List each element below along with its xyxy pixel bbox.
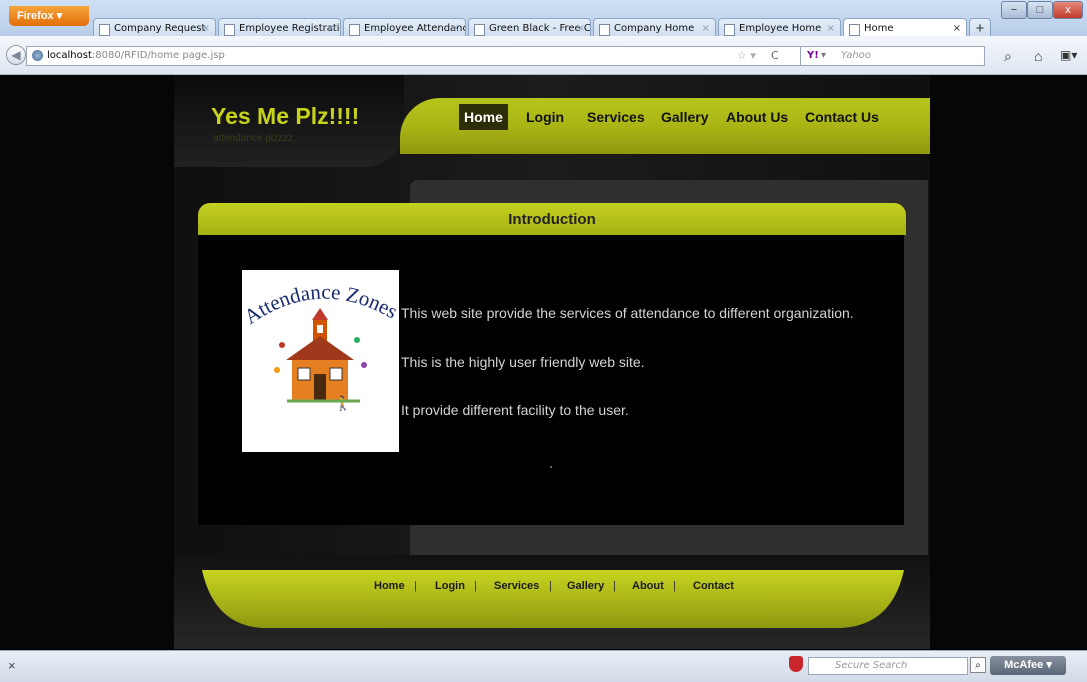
search-input[interactable]: Y! ▾ Yahoo [800,46,985,66]
tab-label: Home [864,23,894,34]
page-icon [224,24,235,36]
addon-menu-icon[interactable]: ▣▾ [1060,48,1077,62]
footer-separator: | [673,580,676,592]
tab-employee-registration[interactable]: Employee Registrati... × [218,18,341,38]
globe-icon [32,50,43,61]
footer-contact-link[interactable]: Contact [693,580,734,592]
page-icon [849,24,860,36]
footer-gallery-link[interactable]: Gallery [567,580,604,592]
footer-separator: | [549,580,552,592]
minimize-button[interactable]: − [1001,1,1027,19]
page-icon [724,24,735,36]
svg-text:🚶: 🚶 [334,395,351,412]
footer-home-link[interactable]: Home [374,580,405,592]
address-bar[interactable]: localhost:8080/RFID/home page.jsp ☆ ▾ C [26,46,876,66]
intro-paragraph-1: This web site provide the services of at… [401,305,854,321]
tab-employee-home[interactable]: Employee Home × [718,18,841,38]
firefox-menu-button[interactable]: Firefox ▾ [9,6,89,26]
schoolhouse-illustration: Attendance Zones 🚶 [240,280,402,412]
nav-login[interactable]: Login [521,104,569,130]
tab-employee-attendance[interactable]: Employee Attendance × [343,18,466,38]
search-placeholder: Yahoo [841,50,871,61]
nav-gallery[interactable]: Gallery [656,104,713,130]
nav-services[interactable]: Services [582,104,650,130]
section-title: Introduction [508,211,596,228]
secure-search-input[interactable]: Secure Search [808,657,968,675]
tab-label: Employee Home [739,23,822,34]
status-bar: × Secure Search ⌕ McAfee ▾ [0,650,1087,682]
nav-about-us[interactable]: About Us [721,104,793,130]
page-icon [99,24,110,36]
nav-contact-us[interactable]: Contact Us [800,104,884,130]
intro-paragraph-3: It provide different facility to the use… [401,402,629,418]
back-icon[interactable]: ◀ [6,45,26,65]
intro-paragraph-2: This is the highly user friendly web sit… [401,354,645,370]
search-icon[interactable]: ⌕ [1004,48,1012,65]
footer-bar [202,570,904,628]
bookmark-star-icon[interactable]: ☆ ▾ [737,47,756,65]
mcafee-shield-icon[interactable] [789,656,803,672]
url-host: localhost [47,50,92,61]
maximize-button[interactable]: □ [1027,1,1053,19]
footer-services-link[interactable]: Services [494,580,539,592]
tab-company-request[interactable]: Company Request × [93,18,216,38]
page-icon [474,24,485,36]
secure-search-placeholder: Secure Search [835,660,908,671]
page-icon [599,24,610,36]
browser-titlebar: Firefox ▾ Company Request × Employee Regi… [0,0,1087,39]
footer-about-link[interactable]: About [632,580,664,592]
home-icon[interactable]: ⌂ [1034,48,1042,64]
tab-label: Company Home [614,23,695,34]
tab-label: Company Request [114,23,206,34]
close-addon-bar-icon[interactable]: × [8,658,16,673]
tab-green-black[interactable]: Green Black - Free C... × [468,18,591,38]
page-icon [349,24,360,36]
new-tab-button[interactable]: + [969,18,991,38]
footer-separator: | [613,580,616,592]
footer-separator: | [414,580,417,592]
url-path: :8080/RFID/home page.jsp [91,50,225,61]
main-nav: Home Login Services Gallery About Us Con… [400,98,930,154]
mcafee-button[interactable]: McAfee ▾ [990,656,1066,675]
tab-company-home[interactable]: Company Home × [593,18,716,38]
close-window-button[interactable]: x [1053,1,1083,19]
footer-login-link[interactable]: Login [435,580,465,592]
browser-navbar: ◀ localhost:8080/RFID/home page.jsp ☆ ▾ … [0,36,1087,75]
mcafee-label: McAfee [1004,659,1044,671]
yahoo-icon[interactable]: Y! [807,47,819,65]
footer-separator: | [474,580,477,592]
nav-home[interactable]: Home [459,104,508,130]
reload-icon[interactable]: C [771,47,779,65]
chevron-down-icon[interactable]: ▾ [821,47,826,65]
intro-header: Introduction [198,203,906,235]
firefox-menu-label: Firefox [17,10,54,22]
site-subtitle: attendance plzzzz. [213,133,296,144]
search-icon[interactable]: ⌕ [970,657,986,673]
site-title: Yes Me Plz!!!! [211,103,360,129]
attendance-zones-logo: Attendance Zones 🚶 [240,270,402,452]
decorative-dot [550,466,552,468]
